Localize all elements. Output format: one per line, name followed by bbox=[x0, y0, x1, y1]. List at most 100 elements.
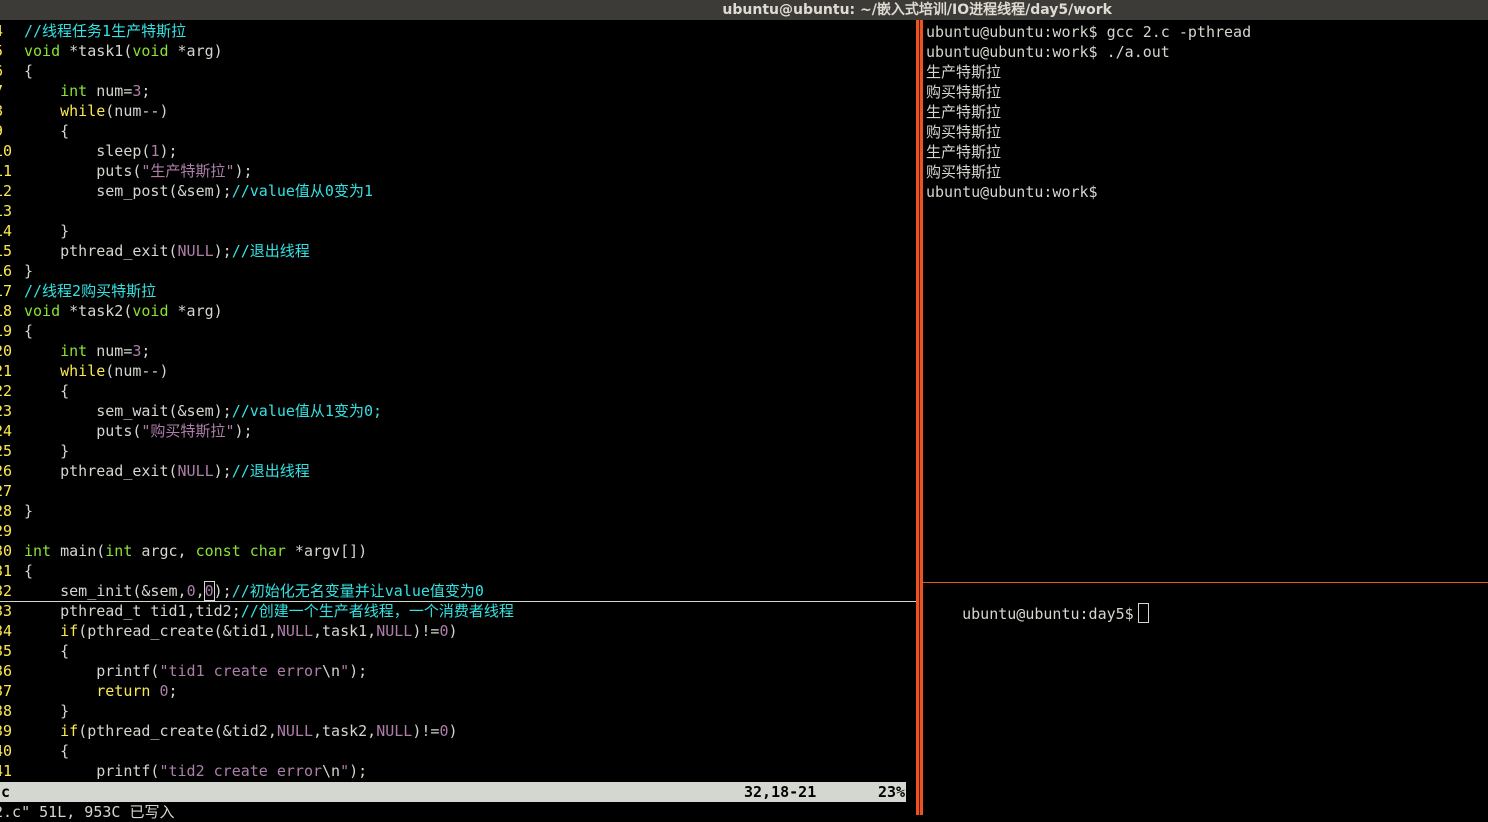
code-token: int bbox=[60, 342, 88, 360]
code-line[interactable]: 39 if(pthread_create(&tid2,NULL,task2,NU… bbox=[0, 721, 916, 741]
terminal-top-pane[interactable]: ubuntu@ubuntu:work$ gcc 2.c -pthread ubun… bbox=[923, 20, 1488, 582]
code-line[interactable]: 33 pthread_t tid1,tid2;//创建一个生产者线程，一个消费者… bbox=[0, 601, 916, 621]
code-token: \n bbox=[322, 662, 341, 680]
code-token: )!= bbox=[412, 722, 440, 740]
code-line[interactable]: 18 void *task2(void *arg) bbox=[0, 301, 916, 321]
code-line[interactable]: 25 } bbox=[0, 441, 916, 461]
code-token: void bbox=[24, 302, 61, 320]
code-line[interactable]: 6{ bbox=[0, 61, 916, 81]
terminal-output-line: ubuntu@ubuntu:work$ bbox=[926, 183, 1098, 201]
code-token: ); bbox=[349, 762, 368, 780]
code-line[interactable]: 12 sem_post(&sem);//value值从0变为1 bbox=[0, 181, 916, 201]
code-token: ) bbox=[448, 722, 458, 740]
code-line[interactable]: 24 puts("购买特斯拉"); bbox=[0, 421, 916, 441]
terminal-output-line: 生产特斯拉 bbox=[926, 63, 1002, 81]
line-number: 5 bbox=[0, 41, 24, 61]
code-token: (num--) bbox=[105, 362, 169, 380]
code-line[interactable]: 28} bbox=[0, 501, 916, 521]
code-token: //value值从0变为1 bbox=[231, 182, 373, 200]
code-token: { bbox=[24, 742, 70, 760]
code-token: ); bbox=[234, 162, 253, 180]
line-number: 18 bbox=[0, 302, 13, 320]
code-line[interactable]: 35 { bbox=[0, 641, 916, 661]
line-number: 34 bbox=[0, 622, 13, 640]
code-line[interactable]: 17 //线程2购买特斯拉 bbox=[0, 281, 916, 301]
code-token: puts( bbox=[24, 162, 142, 180]
code-line[interactable]: 14 } bbox=[0, 221, 916, 241]
code-line[interactable]: 11 puts("生产特斯拉"); bbox=[0, 161, 916, 181]
code-line[interactable]: 5void *task1(void *arg) bbox=[0, 41, 916, 61]
code-token: )!= bbox=[412, 622, 440, 640]
code-token: sem_post(&sem); bbox=[24, 182, 232, 200]
line-number: 6 bbox=[0, 61, 24, 81]
code-line[interactable]: 37 return 0; bbox=[0, 681, 916, 701]
code-line[interactable]: 15 pthread_exit(NULL);//退出线程 bbox=[0, 241, 916, 261]
code-token: ,task2, bbox=[313, 722, 377, 740]
code-line[interactable]: 16} bbox=[0, 261, 916, 281]
line-number: 17 bbox=[0, 282, 13, 300]
line-number: 19 bbox=[0, 322, 13, 340]
code-token: int bbox=[105, 542, 133, 560]
line-number: 8 bbox=[0, 101, 24, 121]
code-line[interactable]: 10 sleep(1); bbox=[0, 141, 916, 161]
code-line[interactable]: 32 sem_init(&sem,0,0);//初始化无名变量并让value值变… bbox=[0, 581, 916, 602]
code-token: printf( bbox=[24, 662, 160, 680]
code-line[interactable]: 4//线程任务1生产特斯拉 bbox=[0, 21, 916, 41]
code-line[interactable]: 22 { bbox=[0, 381, 916, 401]
code-line[interactable]: 7 int num=3; bbox=[0, 81, 916, 101]
code-token: NULL bbox=[376, 622, 413, 640]
line-number: 13 bbox=[0, 202, 13, 220]
code-token: } bbox=[24, 262, 34, 280]
code-token: ); bbox=[213, 462, 232, 480]
code-token: pthread_exit( bbox=[24, 462, 178, 480]
window-title-bar: ubuntu@ubuntu: ~/嵌入式培训/IO进程线程/day5/work bbox=[0, 0, 1488, 20]
code-line[interactable]: 38 } bbox=[0, 701, 916, 721]
code-line[interactable]: 41 printf("tid2 create error\n"); bbox=[0, 761, 916, 781]
code-line[interactable]: 20 int num=3; bbox=[0, 341, 916, 361]
code-line[interactable]: 8 while(num--) bbox=[0, 101, 916, 121]
code-token: void bbox=[24, 42, 61, 60]
code-line[interactable]: 40 { bbox=[0, 741, 916, 761]
code-line[interactable]: 13 bbox=[0, 201, 916, 221]
code-token: } bbox=[24, 702, 70, 720]
code-token: " bbox=[340, 662, 350, 680]
terminal-prompt: ubuntu@ubuntu:day5$ bbox=[962, 605, 1134, 623]
terminal-output-line: 购买特斯拉 bbox=[926, 163, 1002, 181]
code-token: ; bbox=[168, 682, 178, 700]
code-token: //线程2购买特斯拉 bbox=[24, 282, 157, 300]
terminal-output-line: ubuntu@ubuntu:work$ gcc 2.c -pthread bbox=[926, 23, 1252, 41]
code-line[interactable]: 26 pthread_exit(NULL);//退出线程 bbox=[0, 461, 916, 481]
line-number: 33 bbox=[0, 602, 13, 620]
code-line[interactable]: 27 bbox=[0, 481, 916, 501]
code-line[interactable]: 21 while(num--) bbox=[0, 361, 916, 381]
code-line[interactable]: 29 bbox=[0, 521, 916, 541]
code-line[interactable]: 9 { bbox=[0, 121, 916, 141]
vim-message-line: 2.c" 51L, 953C 已写入 bbox=[0, 803, 175, 821]
line-number: 35 bbox=[0, 642, 13, 660]
code-line[interactable]: 36 printf("tid1 create error\n"); bbox=[0, 661, 916, 681]
code-line[interactable]: 19 { bbox=[0, 321, 916, 341]
code-line[interactable]: 31 { bbox=[0, 561, 916, 581]
code-token: pthread_t tid1,tid2; bbox=[24, 602, 241, 620]
code-line[interactable]: 34 if(pthread_create(&tid1,NULL,task1,NU… bbox=[0, 621, 916, 641]
code-token: 0 bbox=[159, 682, 169, 700]
window-title: ubuntu@ubuntu: ~/嵌入式培训/IO进程线程/day5/work bbox=[722, 2, 1112, 18]
code-token: "生产特斯拉" bbox=[141, 162, 235, 180]
code-line[interactable]: 30 int main(int argc, const char *argv[]) bbox=[0, 541, 916, 561]
vim-editor-pane[interactable]: 4//线程任务1生产特斯拉5void *task1(void *arg)6{7 … bbox=[0, 20, 916, 815]
pane-divider-inner bbox=[919, 20, 920, 815]
code-token: return bbox=[96, 682, 151, 700]
code-token: (pthread_create(&tid1, bbox=[78, 622, 277, 640]
code-token: //退出线程 bbox=[231, 242, 310, 260]
code-token: ); bbox=[234, 422, 253, 440]
code-line[interactable]: 23 sem_wait(&sem);//value值从1变为0; bbox=[0, 401, 916, 421]
line-number: 12 bbox=[0, 182, 13, 200]
terminal-bottom-pane[interactable]: ubuntu@ubuntu:day5$ bbox=[923, 583, 1488, 815]
terminal-cursor bbox=[1137, 603, 1149, 623]
code-token: num= bbox=[87, 82, 133, 100]
code-token: pthread_exit( bbox=[24, 242, 178, 260]
code-token: if bbox=[60, 622, 79, 640]
code-token: { bbox=[24, 62, 34, 80]
